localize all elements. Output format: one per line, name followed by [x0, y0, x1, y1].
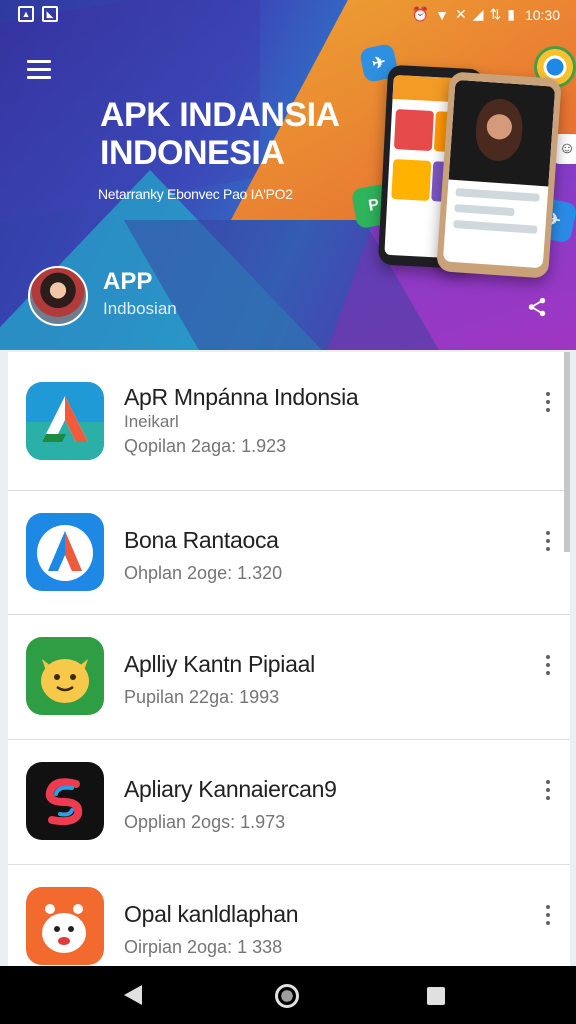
home-icon[interactable]: [275, 984, 299, 1008]
screen: ▲ ◣ ⏰ ▼ ✕ ◢ ⇅ ▮ 10:30 APK INDANSIA INDON…: [0, 0, 576, 1024]
app-subtitle: Ineikarl: [124, 412, 179, 431]
recents-icon[interactable]: [427, 987, 445, 1005]
more-options-icon[interactable]: [538, 903, 558, 929]
app-subtitle: Indbosian: [103, 299, 177, 318]
hero-subtitle: Netarranky Ebonvec Pao IA'PO2: [98, 186, 293, 202]
share-icon[interactable]: [526, 296, 548, 318]
data-icon: ⇅: [489, 6, 502, 22]
app-title: Bona Rantaoca: [124, 527, 279, 553]
wifi-icon: ▼: [435, 6, 449, 23]
app-title: ApR Mnpánna Indonsia: [124, 384, 359, 410]
hero-banner: ▲ ◣ ⏰ ▼ ✕ ◢ ⇅ ▮ 10:30 APK INDANSIA INDON…: [0, 0, 576, 350]
app-list: ApR Mnpánna Indonsia Ineikarl Qopilan 2a…: [8, 352, 570, 966]
phone-mockup-right: [436, 71, 562, 279]
app-meta: Opplian 2ogs: 1.973: [124, 812, 286, 832]
status-bar: ▲ ◣ ⏰ ▼ ✕ ◢ ⇅ ▮ 10:30: [0, 0, 576, 30]
more-options-icon[interactable]: [538, 529, 558, 555]
more-options-icon[interactable]: [538, 778, 558, 804]
vibrate-icon: ✕: [454, 6, 467, 22]
app-meta: Ohplan 2oge: 1.320: [124, 563, 283, 583]
app-title: Opal kanldlaphan: [124, 901, 299, 927]
app-title: Apliary Kannaiercan9: [124, 776, 337, 802]
cartoon-creature-icon: [26, 887, 104, 965]
hero-title-line2: INDONESIA: [100, 134, 285, 172]
list-item[interactable]: ApR Mnpánna Indonsia Ineikarl Qopilan 2a…: [8, 352, 570, 552]
hero-title-line1: APK INDANSIA: [100, 96, 340, 134]
list-item[interactable]: Apliary Kannaiercan9 Opplian 2ogs: 1.973: [8, 740, 570, 865]
app-title: Aplliy Kantn Pipiaal: [124, 651, 315, 677]
signal-icon: ◢: [472, 6, 484, 22]
navigation-bar: [0, 966, 576, 1024]
swirl-s-icon: [26, 762, 104, 840]
compass-a-icon: [26, 513, 104, 591]
list-item[interactable]: Bona Rantaoca Ohplan 2oge: 1.320: [8, 491, 570, 615]
hero-title: APK INDANSIA INDONESIA: [100, 96, 340, 172]
alarm-icon: ⏰: [411, 6, 430, 22]
avatar[interactable]: [28, 266, 88, 326]
app-name: APP: [103, 268, 153, 295]
app-notification-icon: ◣: [42, 6, 58, 22]
more-options-icon[interactable]: [538, 390, 558, 416]
back-icon[interactable]: [124, 985, 142, 1005]
list-item[interactable]: Opal kanldlaphan Oirpian 2oga: 1 338: [8, 865, 570, 966]
list-item[interactable]: Aplliy Kantn Pipiaal Pupilan 22ga: 1993: [8, 615, 570, 740]
battery-icon: ▮: [507, 6, 515, 22]
app-meta: Pupilan 22ga: 1993: [124, 687, 280, 707]
apk-a-icon: [26, 382, 104, 460]
app-meta: Qopilan 2aga: 1.923: [124, 436, 287, 456]
app-meta: Oirpian 2oga: 1 338: [124, 937, 283, 957]
more-options-icon[interactable]: [538, 653, 558, 679]
smiley-face-icon: [26, 637, 104, 715]
hamburger-menu-icon[interactable]: [27, 60, 51, 82]
clock: 10:30: [524, 6, 560, 23]
image-notification-icon: ▲: [18, 6, 34, 22]
